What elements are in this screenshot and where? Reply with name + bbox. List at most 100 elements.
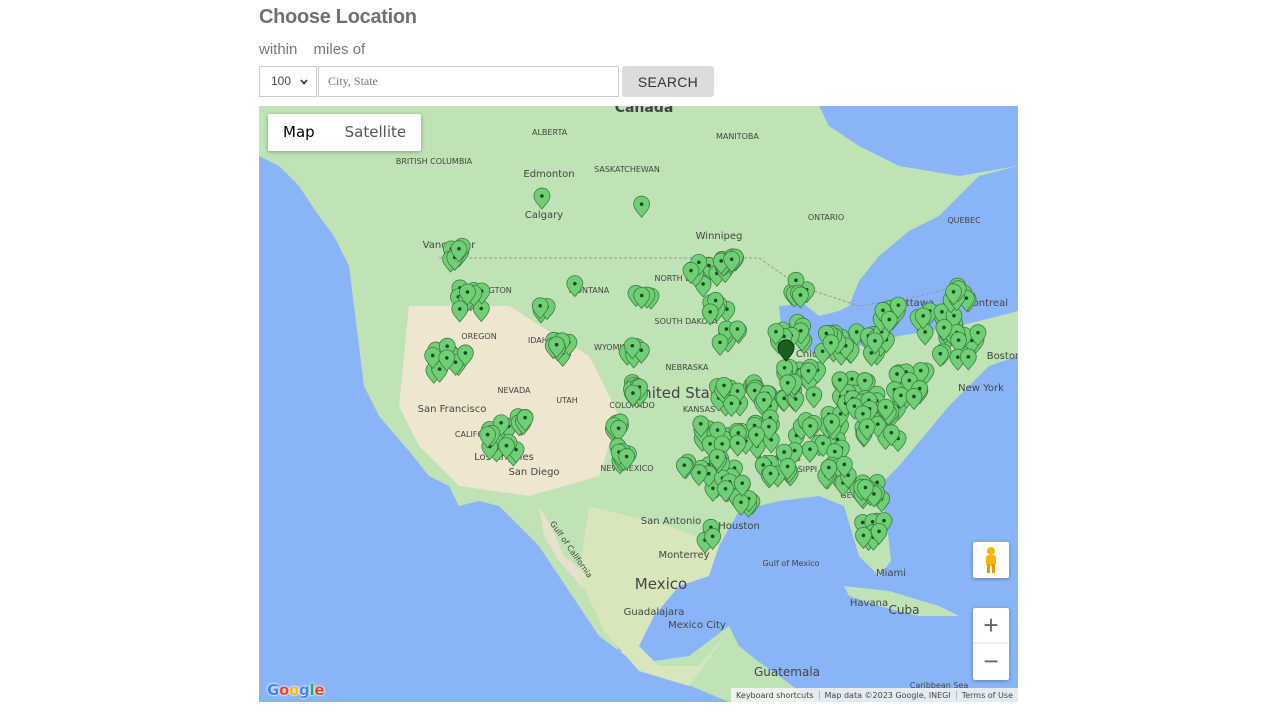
map-marker-dot bbox=[794, 278, 798, 283]
map-marker-dot bbox=[940, 310, 944, 314]
map-marker-dot bbox=[838, 377, 842, 382]
zoom-out-button[interactable]: − bbox=[973, 644, 1009, 680]
map-marker-dot bbox=[861, 411, 865, 416]
map-marker-dot bbox=[955, 355, 960, 359]
map-marker-dot bbox=[616, 426, 621, 431]
radius-select[interactable]: 100 bbox=[259, 66, 317, 97]
keyboard-shortcuts-link[interactable]: Keyboard shortcuts bbox=[731, 691, 818, 700]
search-button[interactable]: SEARCH bbox=[622, 66, 714, 97]
map-marker-dot bbox=[923, 330, 927, 334]
within-label: within bbox=[259, 41, 298, 58]
label-canada: Canada bbox=[615, 106, 674, 116]
map-marker-dot bbox=[724, 327, 729, 331]
map-marker-dot bbox=[697, 260, 701, 265]
label-miami: Miami bbox=[876, 568, 906, 579]
map-marker-dot bbox=[785, 464, 790, 469]
map-marker-dot bbox=[573, 281, 577, 286]
map-marker-dot bbox=[706, 471, 711, 476]
miles-of-label: miles of bbox=[313, 41, 366, 58]
map-marker-dot bbox=[639, 293, 644, 298]
map-marker-dot bbox=[808, 424, 812, 428]
label-mexico: Mexico bbox=[635, 575, 687, 593]
label-british-columbia: BRITISH COLUMBIA bbox=[396, 157, 473, 166]
map-marker-dot bbox=[832, 449, 837, 454]
map-marker-dot bbox=[854, 330, 859, 334]
map-marker-dot bbox=[870, 519, 875, 524]
map-marker-dot bbox=[430, 353, 435, 358]
map-marker-dot bbox=[754, 432, 759, 437]
map-marker-dot bbox=[437, 367, 442, 371]
map-marker-dot bbox=[938, 351, 943, 356]
label-alberta: ALBERTA bbox=[532, 128, 568, 137]
map-marker-dot bbox=[869, 351, 874, 355]
map-marker-dot bbox=[457, 307, 462, 311]
map-marker-dot bbox=[768, 471, 773, 476]
map-marker-dot bbox=[824, 331, 829, 336]
terms-of-use-link[interactable]: Terms of Use bbox=[955, 690, 1018, 700]
map-marker-dot bbox=[877, 529, 881, 534]
label-gulf-of-mexico: Gulf of Mexico bbox=[762, 559, 819, 568]
map-marker-dot bbox=[697, 470, 701, 475]
map-marker-dot bbox=[889, 430, 894, 435]
label-houston: Houston bbox=[718, 521, 760, 532]
zoom-in-button[interactable]: + bbox=[973, 608, 1009, 644]
map-marker-dot bbox=[876, 422, 880, 426]
map-marker-dot bbox=[861, 533, 866, 538]
location-input[interactable] bbox=[318, 66, 619, 97]
map-marker-dot bbox=[873, 339, 877, 343]
label-calgary: Calgary bbox=[525, 210, 563, 221]
map-marker-dot bbox=[722, 383, 726, 388]
map-marker-dot bbox=[956, 338, 961, 342]
map-marker-dot bbox=[715, 428, 720, 432]
map-marker-dot bbox=[918, 368, 923, 373]
street-view-pegman-button[interactable] bbox=[973, 542, 1009, 578]
map-marker-dot bbox=[707, 263, 711, 268]
label-boston: Boston bbox=[987, 351, 1018, 362]
map-marker-dot bbox=[708, 442, 712, 446]
map-attribution: Keyboard shortcuts Map data ©2023 Google… bbox=[731, 688, 1018, 702]
map-marker-dot bbox=[966, 355, 971, 359]
map-marker-dot bbox=[782, 450, 786, 454]
map-marker-dot bbox=[639, 348, 644, 353]
map-marker-dot bbox=[761, 463, 765, 467]
label-cuba: Cuba bbox=[889, 603, 920, 617]
map-marker-dot bbox=[504, 443, 509, 448]
chevron-down-icon bbox=[300, 79, 308, 85]
radius-value: 100 bbox=[271, 74, 292, 88]
map-marker-dot bbox=[881, 308, 885, 313]
label-quebec: QUEBEC bbox=[947, 216, 981, 225]
label-havana: Havana bbox=[850, 598, 888, 609]
map-marker-dot bbox=[639, 202, 644, 206]
map-type-map-button[interactable]: Map bbox=[268, 114, 330, 151]
map-marker-dot bbox=[720, 442, 724, 446]
label-nevada: NEVADA bbox=[498, 386, 531, 395]
google-logo[interactable]: Google bbox=[267, 681, 324, 699]
map-marker-dot bbox=[872, 492, 876, 496]
map-marker-dot bbox=[713, 298, 718, 303]
map-canvas[interactable]: Canada ALBERTA MANITOBA BRITISH COLUMBIA… bbox=[259, 106, 1018, 702]
label-utah: UTAH bbox=[556, 396, 578, 405]
map-marker-dot bbox=[875, 480, 879, 485]
map-marker-dot bbox=[444, 356, 449, 360]
label-san-diego: San Diego bbox=[508, 467, 559, 478]
page-title: Choose Location bbox=[259, 6, 417, 28]
label-monterrey: Monterrey bbox=[658, 550, 709, 561]
label-mexico-city: Mexico City bbox=[668, 620, 726, 631]
map-data-text: Map data ©2023 Google, INEGI bbox=[818, 690, 956, 700]
map-marker-dot bbox=[863, 378, 867, 383]
map-marker-dot bbox=[820, 349, 825, 354]
map-marker-dot bbox=[782, 365, 787, 370]
map-marker-dot bbox=[540, 194, 544, 198]
map[interactable]: Canada ALBERTA MANITOBA BRITISH COLUMBIA… bbox=[259, 106, 1018, 702]
map-marker-dot bbox=[808, 447, 812, 452]
map-marker-dot bbox=[842, 462, 847, 467]
label-edmonton: Edmonton bbox=[523, 169, 574, 180]
map-type-satellite-button[interactable]: Satellite bbox=[330, 114, 421, 151]
map-marker-dot bbox=[860, 520, 865, 525]
map-marker-dot bbox=[798, 293, 803, 297]
map-marker-dot bbox=[463, 351, 468, 355]
map-marker-dot bbox=[445, 344, 450, 348]
pegman-icon bbox=[986, 547, 996, 573]
map-marker-dot bbox=[631, 391, 635, 395]
map-marker-dot bbox=[806, 369, 811, 373]
